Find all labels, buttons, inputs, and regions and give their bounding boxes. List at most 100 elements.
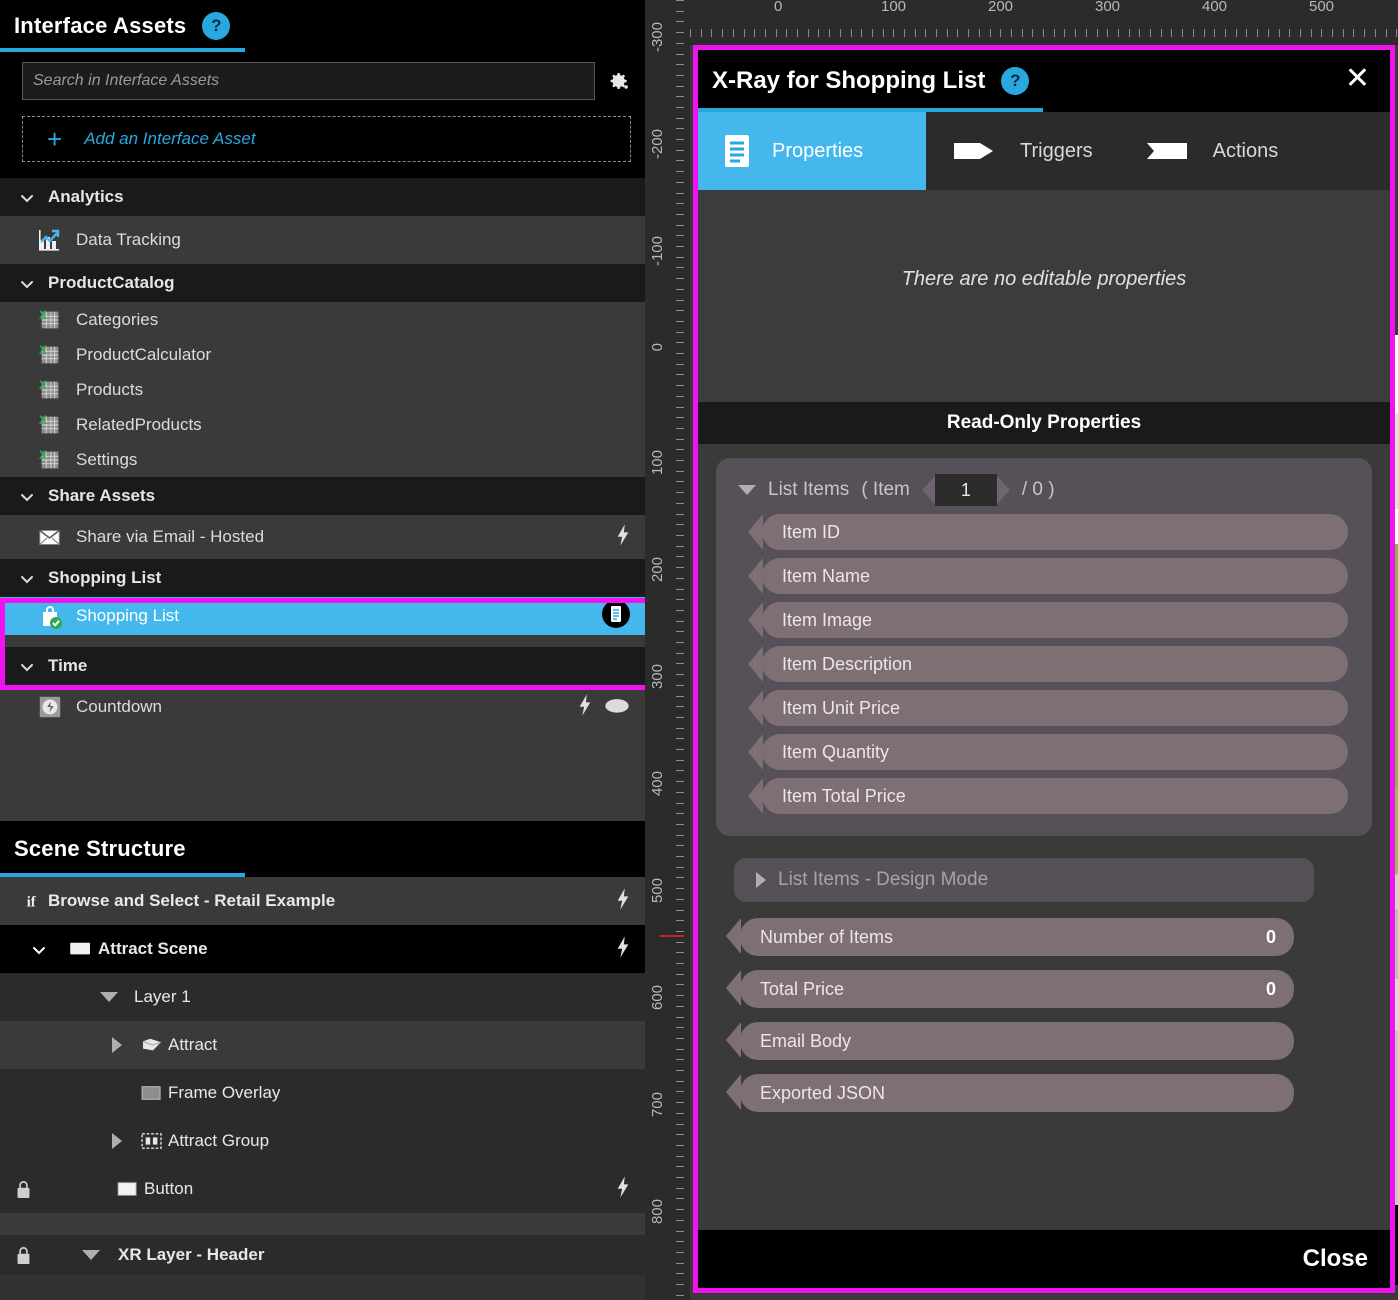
lightning-icon[interactable] [615,1175,631,1204]
scene-row-browse-and-select[interactable]: if Browse and Select - Retail Example [0,877,645,925]
ruler-tick [1343,29,1344,37]
svg-text:X: X [39,413,47,427]
property-pill-item-total-price[interactable]: Item Total Price [748,778,1348,814]
asset-label: Categories [76,309,159,329]
asset-item-relatedproducts[interactable]: X RelatedProducts [0,407,645,442]
add-interface-asset-button[interactable]: + Add an Interface Asset [22,116,631,162]
triangle-down-icon[interactable] [82,1250,100,1260]
next-item-arrow-icon[interactable] [996,476,1010,504]
asset-group-share-assets[interactable]: Share Assets [0,477,645,515]
scene-row-button[interactable]: Button [0,1165,645,1213]
item-index-stepper[interactable]: 1 [921,474,1010,506]
ruler-tick [1204,29,1205,37]
ruler-tick [676,1156,684,1157]
property-pill-item-quantity[interactable]: Item Quantity [748,734,1348,770]
help-icon[interactable]: ? [202,12,231,40]
ruler-tick [676,1263,684,1264]
prev-item-arrow-icon[interactable] [921,476,935,504]
asset-group-shopping-list[interactable]: Shopping List [0,559,645,597]
property-pill-item-name[interactable]: Item Name [748,558,1348,594]
lock-icon[interactable] [0,1245,46,1266]
asset-label: ProductCalculator [76,344,212,364]
close-button[interactable]: Close [1303,1245,1368,1273]
lightning-icon[interactable] [615,523,631,552]
ruler-tick [676,150,684,151]
asset-label: RelatedProducts [76,414,202,434]
item-index-value[interactable]: 1 [934,474,997,506]
asset-item-share-via-email[interactable]: Share via Email - Hosted [0,515,645,559]
scene-row-frame-overlay[interactable]: Frame Overlay [0,1069,645,1117]
asset-group-productcatalog[interactable]: ProductCatalog [0,264,645,302]
lightning-icon[interactable] [577,693,593,722]
scene-row-attract-group[interactable]: Attract Group [0,1117,645,1165]
search-input[interactable] [22,62,595,100]
ruler-tick [676,770,684,771]
list-items-group-header[interactable]: List Items ( Item 1 / 0 ) [716,468,1372,514]
cloud-icon[interactable] [603,696,631,719]
property-pill-email-body[interactable]: Email Body [726,1022,1294,1060]
ruler-tick [754,29,755,37]
ruler-tick [676,974,684,975]
asset-group-analytics[interactable]: Analytics [0,178,645,216]
ruler-tick [893,29,894,37]
asset-item-settings[interactable]: X Settings [0,442,645,477]
triangle-down-icon[interactable] [738,485,756,495]
asset-item-categories[interactable]: X Categories [0,302,645,337]
close-icon[interactable]: ✕ [1341,64,1374,98]
asset-item-data-tracking[interactable]: Data Tracking [0,216,645,264]
ruler-tick [676,64,684,65]
triangle-down-icon[interactable] [100,992,118,1002]
property-pill-item-id[interactable]: Item ID [748,514,1348,550]
scene-row-layer-1[interactable]: Layer 1 [0,973,645,1021]
spreadsheet-icon: X [36,446,64,474]
ruler-tick [1000,29,1001,37]
ruler-tick [676,1252,684,1253]
asset-group-time[interactable]: Time [0,647,645,685]
ruler-tick [733,29,734,37]
spreadsheet-icon: X [36,411,64,439]
asset-item-productcalculator[interactable]: X ProductCalculator [0,337,645,372]
lightning-icon[interactable] [615,935,631,964]
property-label: Item Description [782,653,913,674]
ruler-tick [1193,29,1194,37]
ruler-tick [676,631,684,632]
help-icon[interactable]: ? [1001,67,1030,95]
property-pill-total-price[interactable]: Total Price 0 [726,970,1294,1008]
triangle-right-icon[interactable] [756,872,766,888]
ruler-tick-label: 500 [1309,0,1335,15]
lock-icon[interactable] [0,1179,46,1200]
property-pill-item-image[interactable]: Item Image [748,602,1348,638]
ruler-tick [676,910,684,911]
asset-label: Settings [76,449,138,469]
ruler-tick [872,29,873,37]
list-items-design-mode-group[interactable]: List Items - Design Mode [734,858,1314,902]
property-pill-number-of-items[interactable]: Number of Items 0 [726,918,1294,956]
property-pill-item-unit-price[interactable]: Item Unit Price [748,690,1348,726]
tab-properties[interactable]: Properties [698,112,926,190]
property-pill-exported-json[interactable]: Exported JSON [726,1074,1294,1112]
tab-triggers[interactable]: Triggers [926,112,1119,190]
scene-row-attract-scene[interactable]: Attract Scene [0,925,645,973]
property-pill-item-description[interactable]: Item Description [748,646,1348,682]
tab-actions[interactable]: Actions [1119,112,1305,190]
ruler-tick [765,29,766,37]
chevron-down-icon[interactable] [32,942,46,956]
group-label: Analytics [48,187,124,206]
asset-item-countdown[interactable]: Countdown [0,685,645,729]
xray-badge-icon[interactable] [601,599,631,634]
scene-row-xr-layer-header[interactable]: XR Layer - Header [0,1235,645,1275]
lightning-icon[interactable] [615,887,631,916]
ruler-tick-label: 100 [881,0,907,15]
scene-row-attract[interactable]: Attract [0,1021,645,1069]
triangle-right-icon[interactable] [112,1037,122,1053]
row-spacer [0,1213,645,1235]
asset-label: Shopping List [76,606,180,625]
asset-item-shopping-list[interactable]: Shopping List [0,597,645,635]
svg-text:if: if [27,894,36,910]
asset-item-products[interactable]: X Products [0,372,645,407]
triangle-right-icon[interactable] [112,1133,122,1149]
ruler-tick [676,717,684,718]
ruler-tick [676,749,684,750]
countdown-clock-icon [36,693,64,721]
gear-icon[interactable] [605,68,631,94]
